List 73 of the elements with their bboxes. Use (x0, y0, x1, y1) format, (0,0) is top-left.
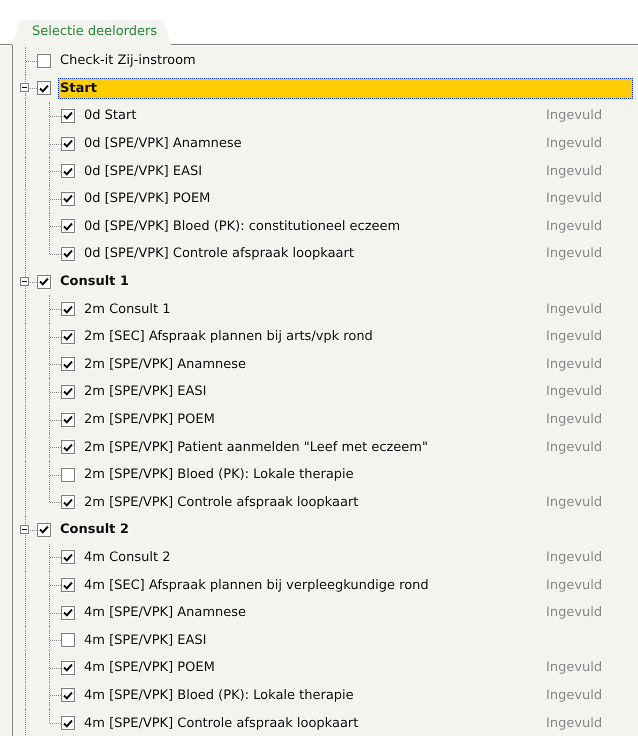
status-text: Ingevuld (546, 384, 602, 400)
status-text: Ingevuld (546, 494, 602, 510)
status-text: Ingevuld (546, 578, 602, 593)
status-text: Ingevuld (546, 191, 602, 206)
status-text: Ingevuld (546, 605, 602, 620)
tree-item-label[interactable]: 2m [SPE/VPK] POEM (82, 409, 541, 430)
tree-group-label[interactable]: Consult 1 (58, 271, 633, 292)
tree-item-label[interactable]: 4m Consult 2 (82, 546, 541, 568)
checkbox[interactable] (37, 81, 51, 96)
tree-item-label[interactable]: 4m [SEC] Afspraak plannen bij verpleegkundige rond (82, 574, 541, 596)
status-text: Ingevuld (546, 716, 602, 731)
tree-item-label[interactable]: 0d [SPE/VPK] POEM (82, 188, 541, 210)
status-text: Ingevuld (546, 246, 602, 262)
checkbox[interactable] (61, 716, 75, 730)
tree-item-label[interactable]: 0d Start (82, 105, 541, 126)
checkbox[interactable] (61, 440, 75, 454)
status-text: Ingevuld (546, 136, 602, 152)
tree-item-label[interactable]: 2m [SPE/VPK] Controle afspraak loopkaart (82, 492, 541, 513)
status-text: Ingevuld (546, 302, 602, 317)
tree-item-label[interactable]: 0d [SPE/VPK] EASI (82, 160, 541, 182)
tree-group-label[interactable]: Consult 2 (58, 519, 633, 540)
collapse-icon[interactable] (20, 524, 29, 534)
checkbox[interactable] (61, 606, 75, 620)
checkbox[interactable] (61, 192, 75, 206)
checkbox[interactable] (37, 522, 51, 537)
status-text: Ingevuld (546, 550, 602, 565)
checkbox[interactable] (61, 468, 75, 482)
tree-group-label[interactable]: Start (58, 78, 633, 99)
tree-item-label[interactable]: 0d [SPE/VPK] Controle afspraak loopkaart (82, 243, 541, 264)
checkbox[interactable] (37, 54, 51, 68)
status-text: Ingevuld (546, 108, 602, 124)
status-text: Ingevuld (546, 218, 602, 234)
status-text: Ingevuld (546, 688, 602, 703)
checkbox[interactable] (61, 136, 75, 151)
status-text: Ingevuld (546, 412, 602, 428)
checkbox[interactable] (37, 274, 51, 289)
tree-item-label[interactable]: 4m [SPE/VPK] Controle afspraak loopkaart (82, 712, 541, 734)
checkbox[interactable] (61, 246, 75, 261)
status-text: Ingevuld (546, 440, 602, 455)
tree-item-label[interactable]: 4m [SPE/VPK] Bloed (PK): Lokale therapie (82, 684, 541, 706)
tree-item-label[interactable]: 4m [SPE/VPK] POEM (82, 657, 541, 678)
checkbox[interactable] (61, 578, 75, 592)
collapse-icon[interactable] (20, 276, 29, 286)
tree-item-label[interactable]: 2m [SEC] Afspraak plannen bij arts/vpk rond (82, 326, 541, 348)
checkbox[interactable] (61, 550, 75, 564)
tree-item-label[interactable]: 2m [SPE/VPK] EASI (82, 381, 541, 402)
tree-item-label[interactable]: 0d [SPE/VPK] Anamnese (82, 133, 541, 154)
tree-item-label[interactable]: 4m [SPE/VPK] EASI (82, 630, 541, 651)
tab[interactable]: Selectie deelorders (12, 20, 172, 45)
checkbox[interactable] (61, 164, 75, 178)
tree-item-label[interactable]: 2m [SPE/VPK] Anamnese (82, 354, 541, 375)
checkbox[interactable] (61, 384, 75, 399)
checkbox[interactable] (61, 633, 75, 648)
checkbox[interactable] (61, 660, 75, 675)
status-text: Ingevuld (546, 356, 602, 372)
status-text: Ingevuld (546, 164, 602, 179)
tree-item-label[interactable]: 2m Consult 1 (82, 298, 541, 320)
collapse-icon[interactable] (20, 83, 29, 92)
checkbox[interactable] (61, 357, 75, 372)
status-text: Ingevuld (546, 329, 602, 344)
checkbox[interactable] (61, 688, 75, 702)
tree-item-label[interactable]: 2m [SPE/VPK] Patient aanmelden "Leef met eczeem" (82, 436, 541, 458)
checkbox[interactable] (61, 412, 75, 427)
tree-item-label[interactable]: 2m [SPE/VPK] Bloed (PK): Lokale therapie (82, 464, 541, 486)
checkbox[interactable] (61, 108, 75, 123)
checkbox[interactable] (61, 219, 75, 234)
status-text: Ingevuld (546, 660, 602, 676)
checkbox[interactable] (61, 330, 75, 344)
tree-item-label[interactable]: 0d [SPE/VPK] Bloed (PK): constitutioneel eczeem (82, 216, 541, 237)
tree-item-label[interactable]: 4m [SPE/VPK] Anamnese (82, 602, 541, 624)
tree-item-label[interactable]: Check-it Zij-instroom (58, 50, 633, 72)
checkbox[interactable] (61, 302, 75, 316)
checkbox[interactable] (61, 495, 75, 510)
